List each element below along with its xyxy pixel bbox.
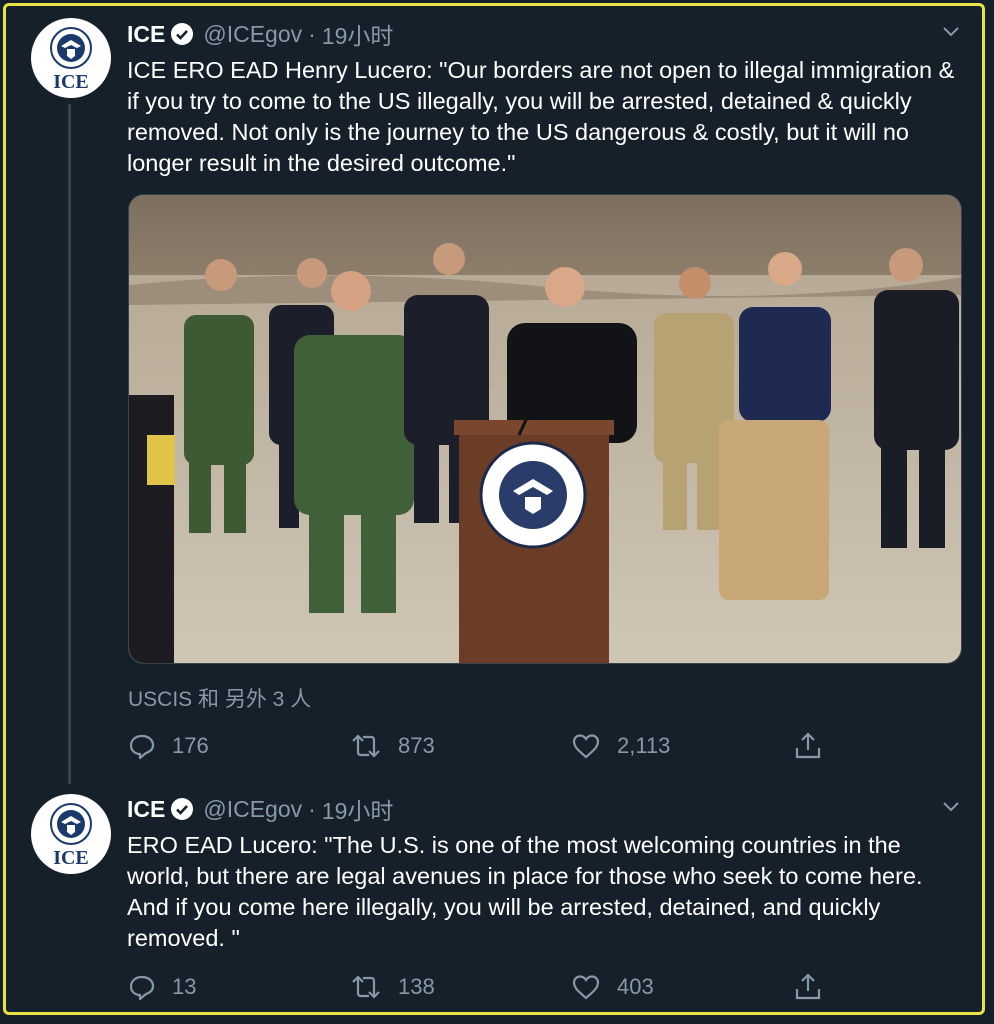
man-left-edge <box>129 395 175 663</box>
tweet-photo[interactable] <box>128 194 962 664</box>
retweet-count: 873 <box>398 733 435 758</box>
separator-dot: · <box>308 20 316 47</box>
ice-logo-icon: ICE <box>50 803 92 869</box>
like-button[interactable]: 2,113 <box>571 729 670 763</box>
display-name[interactable]: ICE <box>127 796 165 823</box>
share-icon <box>795 732 821 759</box>
retweet-button[interactable]: 138 <box>350 970 435 1004</box>
share-icon <box>795 973 821 1000</box>
timestamp[interactable]: 19小时 <box>322 17 394 51</box>
avatar[interactable]: ICE <box>31 794 111 874</box>
separator-dot: · <box>308 795 316 822</box>
retweet-button[interactable]: 873 <box>350 729 435 763</box>
tagged-users[interactable]: USCIS 和 另外 3 人 <box>128 683 311 713</box>
like-count: 403 <box>617 974 654 999</box>
reply-button[interactable]: 13 <box>128 970 196 1004</box>
svg-text:ICE: ICE <box>53 71 89 93</box>
tweet-header: ICE @ICEgov · 19小时 <box>127 17 393 51</box>
reply-button[interactable]: 176 <box>128 729 209 763</box>
timestamp[interactable]: 19小时 <box>322 792 394 826</box>
reply-icon <box>129 734 155 760</box>
handle[interactable]: @ICEgov <box>203 21 302 48</box>
like-count: 2,113 <box>617 733 671 758</box>
like-icon <box>572 975 600 1000</box>
verified-icon <box>171 23 194 45</box>
retweet-count: 138 <box>398 974 435 999</box>
tweet-header: ICE @ICEgov · 19小时 <box>127 792 393 826</box>
svg-text:ICE: ICE <box>53 847 89 869</box>
tweet-actions: 13 138 403 <box>128 970 828 1004</box>
chevron-down-icon[interactable] <box>940 795 962 817</box>
reply-count: 176 <box>172 733 209 758</box>
tweet-actions: 176 873 2,113 <box>128 729 828 763</box>
verified-icon <box>171 798 194 820</box>
share-button[interactable] <box>793 729 839 763</box>
ice-logo-icon: ICE <box>50 27 92 93</box>
avatar[interactable]: ICE <box>31 18 111 98</box>
retweet-icon <box>352 734 380 758</box>
chevron-down-icon[interactable] <box>940 20 962 42</box>
display-name[interactable]: ICE <box>127 21 165 48</box>
share-button[interactable] <box>793 970 839 1004</box>
retweet-icon <box>352 975 380 999</box>
podium <box>454 402 614 663</box>
press-conference-image <box>129 195 961 663</box>
handle[interactable]: @ICEgov <box>203 796 302 823</box>
like-icon <box>572 734 600 759</box>
tweet-text: ICE ERO EAD Henry Lucero: "Our borders a… <box>127 57 955 176</box>
reply-count: 13 <box>172 974 197 999</box>
thread-connector-line <box>68 104 71 784</box>
like-button[interactable]: 403 <box>571 970 654 1004</box>
reply-icon <box>129 975 155 1001</box>
tweet-text: ERO EAD Lucero: "The U.S. is one of the … <box>127 832 923 951</box>
